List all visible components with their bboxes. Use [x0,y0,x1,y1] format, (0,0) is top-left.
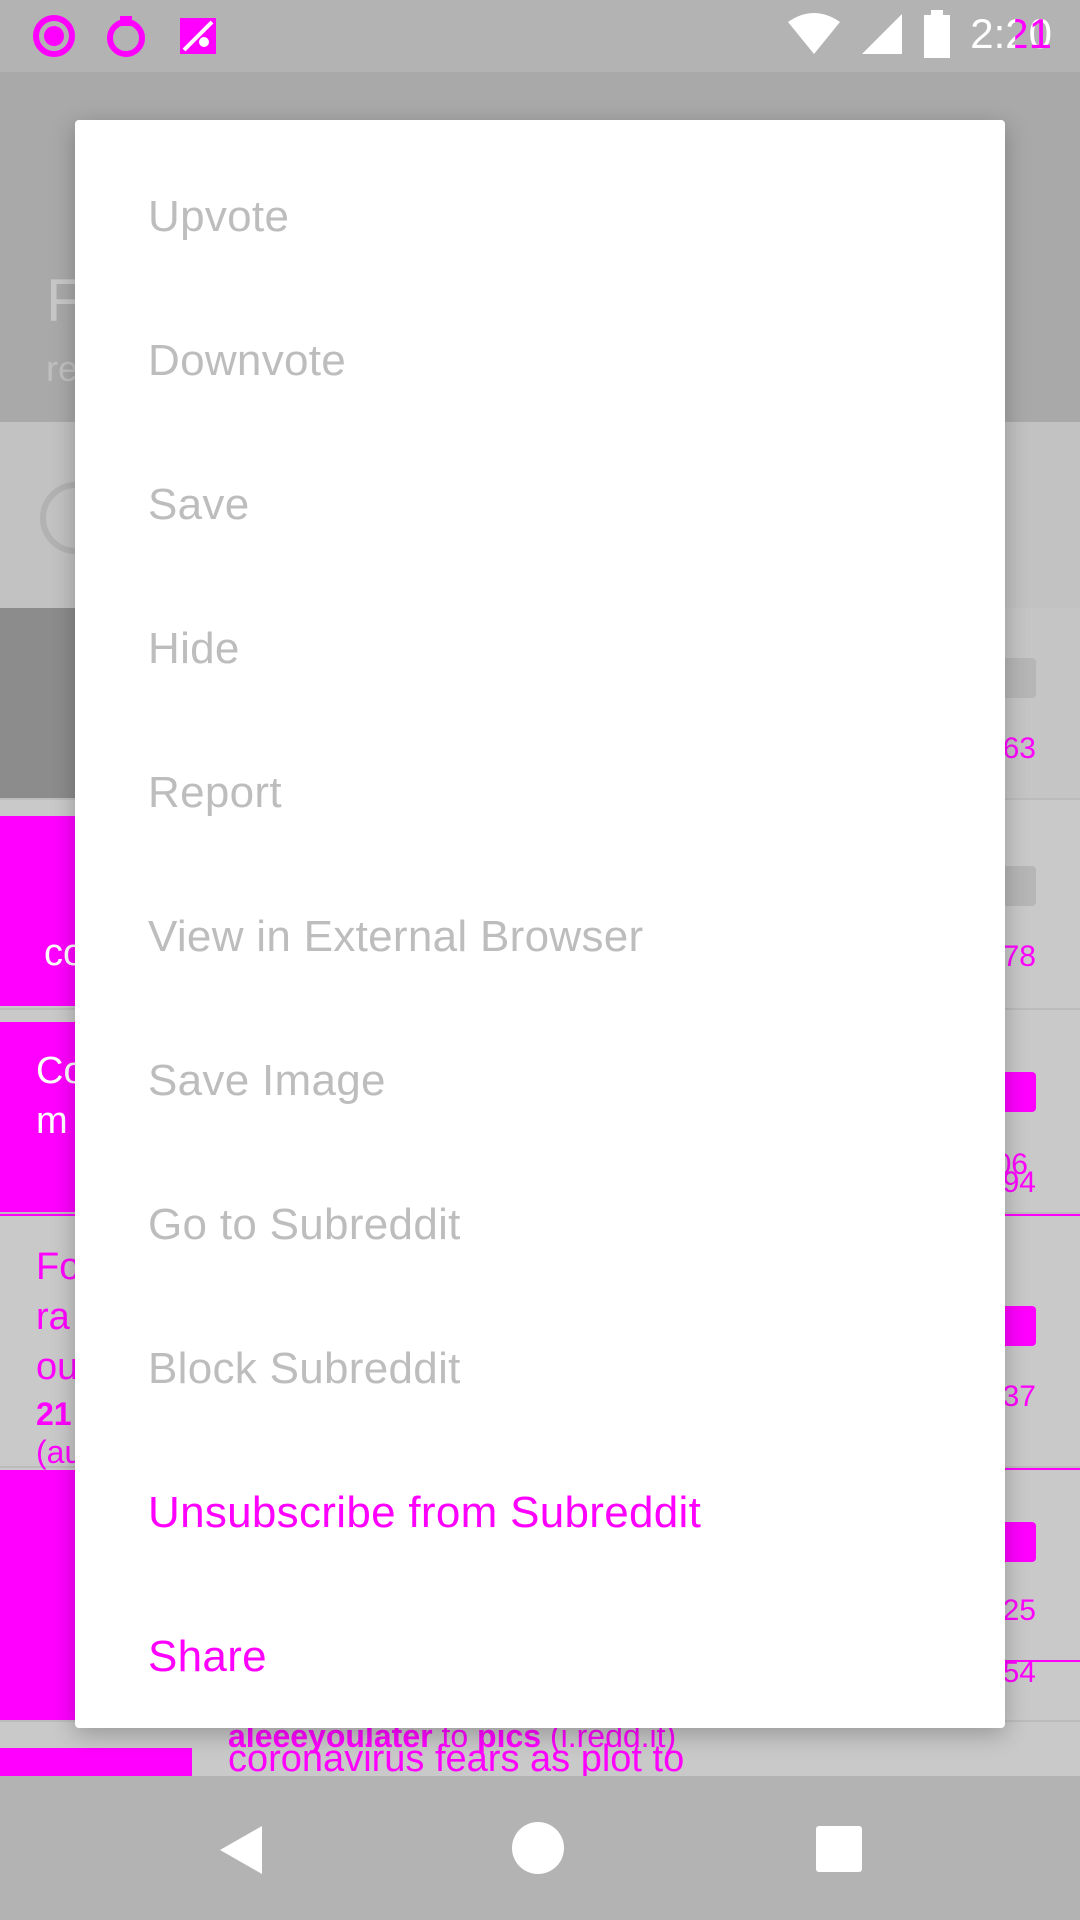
menu-item-label: Report [148,768,282,817]
wifi-icon [786,12,842,56]
menu-item-downvote[interactable]: Downvote [75,289,1005,433]
home-icon[interactable] [512,1822,564,1874]
menu-item-label: View in External Browser [148,912,644,961]
thumbnail-1 [0,608,75,798]
comment-count-4: 37 [1002,1380,1036,1413]
recents-icon[interactable] [816,1826,862,1872]
menu-item-label: Save Image [148,1056,386,1105]
menu-item-label: Block Subreddit [148,1344,461,1393]
comment-count-1: 63 [1002,732,1036,765]
row-4-meta-1: 21 [36,1396,72,1432]
image-icon [174,12,222,60]
battery-icon [922,10,952,58]
thumbnail-6 [0,1748,192,1776]
menu-item-unsubscribe[interactable]: Unsubscribe from Subreddit [75,1441,1005,1585]
back-icon[interactable] [214,1822,270,1878]
menu-item-save-image[interactable]: Save Image [75,1009,1005,1153]
menu-item-label: Share [148,1632,267,1681]
header-subtitle: re [46,348,79,389]
thumbnail-5 [0,1470,75,1720]
comment-count-2: 78 [1002,940,1036,973]
row-6-title: coronavirus fears as plot to [228,1738,685,1780]
menu-item-share[interactable]: Share [75,1585,1005,1729]
row-4-line-3: ou [36,1346,79,1388]
notification-circle-icon [30,12,78,60]
menu-item-block-subreddit[interactable]: Block Subreddit [75,1297,1005,1441]
menu-item-label: Unsubscribe from Subreddit [148,1488,702,1537]
row-4-line-2: ra [36,1296,70,1338]
post-options-dialog: Upvote Downvote Save Hide Report View in… [75,120,1005,1728]
menu-item-upvote[interactable]: Upvote [75,145,1005,289]
status-bar: 2:20 2:21 [0,0,1080,72]
row-3-line-2: m [36,1100,68,1142]
menu-item-label: Downvote [148,336,347,385]
menu-item-label: Hide [148,624,240,673]
menu-item-save[interactable]: Save [75,433,1005,577]
menu-item-go-to-subreddit[interactable]: Go to Subreddit [75,1153,1005,1297]
menu-item-hide[interactable]: Hide [75,577,1005,721]
comment-count-5-overlay: 25 [1002,1594,1036,1627]
row-4-line-1: Fo [36,1246,81,1288]
navigation-bar [0,1776,1080,1920]
menu-item-label: Save [148,480,250,529]
signal-icon [860,12,904,56]
menu-item-label: Go to Subreddit [148,1200,461,1249]
menu-item-report[interactable]: Report [75,721,1005,865]
sync-icon [102,12,150,60]
menu-item-view-in-browser[interactable]: View in External Browser [75,865,1005,1009]
menu-item-label: Upvote [148,192,290,241]
